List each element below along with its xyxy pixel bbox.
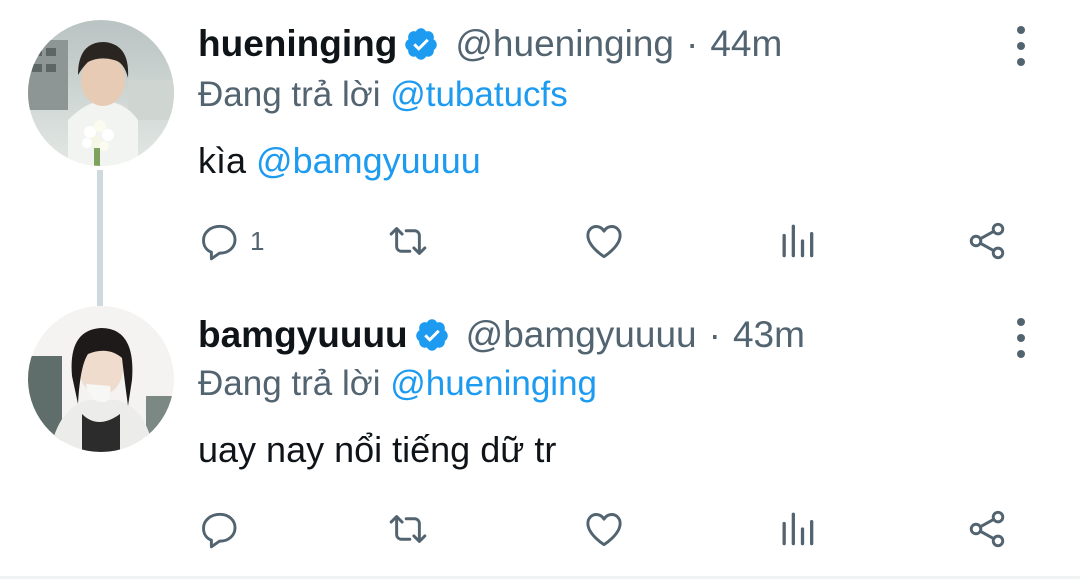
verified-badge-icon — [405, 28, 438, 60]
tweet-header: bamgyuuuu @bamgyuuuu · 43m — [198, 310, 805, 360]
reply-icon — [202, 512, 237, 549]
avatar[interactable] — [28, 306, 174, 452]
replying-to-label: Đang trả lời — [198, 364, 381, 403]
tweet[interactable]: hueninging @hueninging · 44m Đang trả lờ… — [0, 0, 1080, 306]
like-button[interactable] — [582, 504, 626, 554]
retweet-icon — [389, 515, 427, 543]
timestamp[interactable]: 43m — [733, 314, 805, 356]
tweet-text-body: kìa — [198, 140, 247, 181]
like-icon — [586, 225, 622, 259]
replying-to-mention[interactable]: @hueninging — [390, 364, 597, 403]
analytics-button[interactable] — [775, 216, 819, 266]
separator-dot: · — [685, 23, 699, 64]
analytics-button[interactable] — [775, 504, 819, 554]
tweet-text: kìa @bamgyuuuu — [198, 140, 481, 182]
retweet-button[interactable] — [386, 216, 430, 266]
tweet-actions: 1 — [0, 216, 1080, 266]
tweet-actions — [0, 504, 1080, 554]
like-icon — [586, 513, 622, 547]
handle[interactable]: @hueninging — [455, 23, 674, 65]
tweet-mention[interactable]: @bamgyuuuu — [256, 140, 481, 181]
replying-to: Đang trả lời @tubatucfs — [198, 75, 568, 115]
retweet-icon — [389, 227, 427, 255]
more-options-icon[interactable] — [1010, 26, 1032, 66]
reply-button[interactable] — [198, 504, 242, 554]
analytics-icon — [782, 512, 814, 546]
more-options-icon[interactable] — [1010, 318, 1032, 358]
share-icon — [969, 510, 1005, 548]
handle[interactable]: @bamgyuuuu — [466, 314, 697, 356]
separator-dot: · — [708, 314, 721, 355]
verified-badge-icon — [415, 319, 448, 351]
reply-count: 1 — [250, 225, 265, 256]
timestamp[interactable]: 44m — [710, 23, 782, 65]
replying-to: Đang trả lời @hueninging — [198, 364, 597, 404]
share-button[interactable] — [965, 216, 1009, 266]
display-name[interactable]: bamgyuuuu — [198, 314, 408, 356]
reply-icon — [202, 224, 237, 261]
tweet[interactable]: bamgyuuuu @bamgyuuuu · 43m Đang trả lời … — [0, 290, 1080, 576]
share-icon — [969, 222, 1005, 260]
like-button[interactable] — [582, 216, 626, 266]
share-button[interactable] — [965, 504, 1009, 554]
tweet-text-body: uay nay nổi tiếng dữ tr — [198, 429, 557, 470]
retweet-button[interactable] — [386, 504, 430, 554]
avatar[interactable] — [28, 20, 174, 166]
tweet-text: uay nay nổi tiếng dữ tr — [198, 429, 556, 471]
tweet-header: hueninging @hueninging · 44m — [198, 19, 782, 69]
display-name[interactable]: hueninging — [198, 23, 397, 65]
replying-to-label: Đang trả lời — [198, 75, 381, 114]
replying-to-mention[interactable]: @tubatucfs — [390, 75, 568, 114]
analytics-icon — [782, 224, 814, 258]
reply-button[interactable]: 1 — [198, 216, 264, 266]
